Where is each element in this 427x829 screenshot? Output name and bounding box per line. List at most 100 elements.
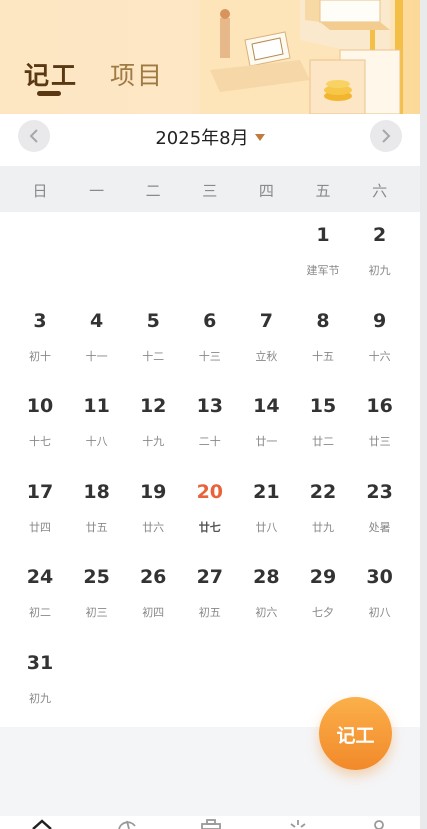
sun-icon[interactable]: [287, 818, 309, 829]
calendar-day[interactable]: 8 十五: [295, 298, 351, 384]
user-icon[interactable]: [368, 818, 390, 829]
calendar-day[interactable]: 3 初十: [12, 298, 68, 384]
lunar-date: 廿六: [142, 520, 165, 534]
lunar-date: 十三: [198, 349, 221, 363]
day-number: 15: [309, 395, 337, 418]
fab-label: 记工: [336, 725, 375, 747]
calendar-day[interactable]: 26 初四: [125, 554, 181, 640]
month-picker[interactable]: 2025年8月: [0, 124, 420, 150]
day-number: 4: [89, 309, 104, 332]
calendar-day[interactable]: 22 廿九: [295, 469, 351, 555]
calendar-day[interactable]: 21 廿八: [238, 469, 294, 555]
calendar-day[interactable]: 10 十七: [12, 383, 68, 469]
lunar-date: 十七: [29, 435, 51, 449]
lunar-date: 廿三: [368, 435, 391, 449]
calendar-day[interactable]: 2 初九: [352, 212, 408, 298]
day-number: 9: [372, 309, 387, 332]
day-number: 23: [366, 480, 393, 503]
lunar-date: 初十: [29, 349, 51, 363]
weekday-label: 一: [89, 182, 105, 200]
calendar-day[interactable]: 31 初九: [12, 640, 68, 726]
lunar-date: 处暑: [368, 520, 391, 534]
tab-records[interactable]: 记工: [24, 56, 78, 92]
stats-icon[interactable]: [116, 818, 138, 829]
day-number: 14: [253, 395, 280, 418]
calendar-day[interactable]: 14 廿一: [238, 383, 294, 469]
weekday-label: 三: [202, 182, 218, 200]
calendar-day[interactable]: 18 廿五: [69, 469, 125, 555]
header-banner: 记工 项目: [0, 0, 420, 114]
calendar-day[interactable]: 19 廿六: [125, 469, 181, 555]
chevron-right-icon: [382, 129, 391, 143]
lunar-date: 廿四: [29, 520, 51, 534]
calendar-day[interactable]: 16 廿三: [352, 383, 408, 469]
calendar-day[interactable]: 12 十九: [125, 383, 181, 469]
scrollbar-track[interactable]: [420, 0, 427, 829]
calendar-day[interactable]: 28 初六: [238, 554, 294, 640]
next-month-button[interactable]: [370, 120, 402, 152]
day-number: 27: [196, 566, 224, 589]
lunar-date: 廿七: [198, 520, 221, 534]
month-label: 2025年8月: [155, 128, 249, 149]
calendar-day[interactable]: 27 初五: [182, 554, 238, 640]
lunar-date: 十二: [142, 349, 165, 363]
lunar-date: 七夕: [312, 606, 334, 620]
lunar-date: 建军节: [306, 264, 340, 277]
workspace-illustration: [200, 0, 403, 114]
calendar-day[interactable]: 15 廿二: [295, 383, 351, 469]
day-number: 13: [196, 395, 224, 418]
calendar-day[interactable]: 7 立秋: [238, 298, 294, 384]
lunar-date: 初三: [85, 606, 108, 620]
lunar-date: 初二: [29, 606, 51, 620]
home-icon[interactable]: [31, 818, 53, 829]
lunar-date: 初九: [368, 264, 391, 277]
lunar-date: 十八: [85, 435, 108, 449]
calendar-day[interactable]: 5 十二: [125, 298, 181, 384]
calendar-day[interactable]: 25 初三: [69, 554, 125, 640]
lunar-date: 十一: [85, 349, 108, 363]
day-number: 31: [26, 652, 54, 674]
day-number: 30: [366, 566, 393, 589]
calendar-day[interactable]: 23 处暑: [352, 469, 408, 555]
calendar-day[interactable]: 30 初八: [352, 554, 408, 640]
calendar-day[interactable]: 29 七夕: [295, 554, 351, 640]
day-number: 2: [372, 224, 387, 246]
day-number: 18: [83, 480, 110, 503]
lunar-date: 二十: [198, 435, 221, 449]
day-number: 3: [33, 309, 47, 332]
day-number: 11: [83, 395, 110, 418]
calendar-day[interactable]: 24 初二: [12, 554, 68, 640]
day-number: 16: [366, 395, 393, 418]
calendar-day[interactable]: 6 十三: [182, 298, 238, 384]
calendar-day[interactable]: 1 建军节: [295, 212, 351, 298]
day-number: 20: [196, 480, 224, 503]
calendar-day[interactable]: 13 二十: [182, 383, 238, 469]
lunar-date: 初五: [198, 606, 221, 620]
weekday-label: 日: [32, 182, 48, 200]
record-work-fab[interactable]: 记工: [319, 697, 392, 770]
day-number: 7: [259, 309, 273, 332]
day-number: 22: [309, 480, 337, 503]
day-number: 5: [146, 309, 160, 332]
weekday-header: 日一二三四五六: [0, 166, 420, 212]
day-number: 21: [253, 480, 280, 503]
day-number: 28: [253, 566, 280, 589]
calendar-day[interactable]: 4 十一: [69, 298, 125, 384]
lunar-date: 十五: [312, 349, 334, 363]
weekday-label: 二: [145, 182, 161, 200]
caret-down-icon: [254, 134, 265, 141]
lunar-date: 立秋: [255, 349, 278, 363]
calendar-day[interactable]: 11 十八: [69, 383, 125, 469]
day-number: 17: [26, 480, 54, 503]
tab-projects[interactable]: 项目: [110, 56, 164, 92]
lunar-date: 廿八: [255, 520, 278, 534]
lunar-date: 初九: [29, 692, 51, 705]
bottom-nav: [0, 816, 420, 829]
calendar-day-today[interactable]: 20 廿七: [182, 469, 238, 555]
phone-screen: 记工 项目 2025年8月 日 一 二 三 四 五 六 1 建军节 2 初九 3 初十 4 十一 5 十二 6 十…: [0, 0, 420, 829]
lunar-date: 初八: [368, 606, 391, 620]
calendar-day[interactable]: 9 十六: [352, 298, 408, 384]
briefcase-icon[interactable]: [200, 818, 222, 829]
lunar-date: 初六: [255, 606, 278, 620]
calendar-day[interactable]: 17 廿四: [12, 469, 68, 555]
